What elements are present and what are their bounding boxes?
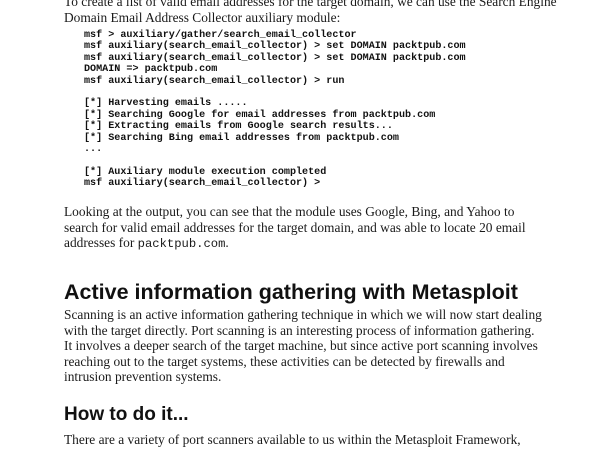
scanning-paragraph: Scanning is an active information gather… [64,307,542,384]
code-line: [*] Searching Google for email addresses… [84,109,436,121]
output-explanation-paragraph: Looking at the output, you can see that … [64,204,550,253]
document-page: To create a list of valid email addresse… [0,0,600,450]
port-scanners-paragraph: There are a variety of port scanners ava… [64,432,521,450]
code-line: msf auxiliary(search_email_collector) > … [84,75,345,87]
section-heading: Active information gathering with Metasp… [64,280,518,304]
code-line: [*] Searching Bing email addresses from … [84,132,399,144]
code-block: msf > auxiliary/gather/search_email_coll… [84,30,564,189]
code-line: msf auxiliary(search_email_collector) > [84,178,321,190]
code-line: msf auxiliary(search_email_collector) > … [84,52,466,64]
intro-paragraph: To create a list of valid email addresse… [64,0,557,25]
subsection-heading: How to do it... [64,404,189,425]
code-line: [*] Harvesting emails ..... [84,98,248,110]
code-line: [*] Extracting emails from Google search… [84,121,393,133]
code-line: ... [84,143,103,155]
code-line: DOMAIN => packtpub.com [84,64,218,76]
paragraph-text: Looking at the output, you can see that … [64,204,526,250]
paragraph-end: . [225,235,229,250]
code-line: msf auxiliary(search_email_collector) > … [84,41,466,53]
code-line: msf > auxiliary/gather/search_email_coll… [84,30,357,41]
inline-code-domain: packtpub.com [137,237,226,251]
code-line: [*] Auxiliary module execution completed [84,166,327,178]
